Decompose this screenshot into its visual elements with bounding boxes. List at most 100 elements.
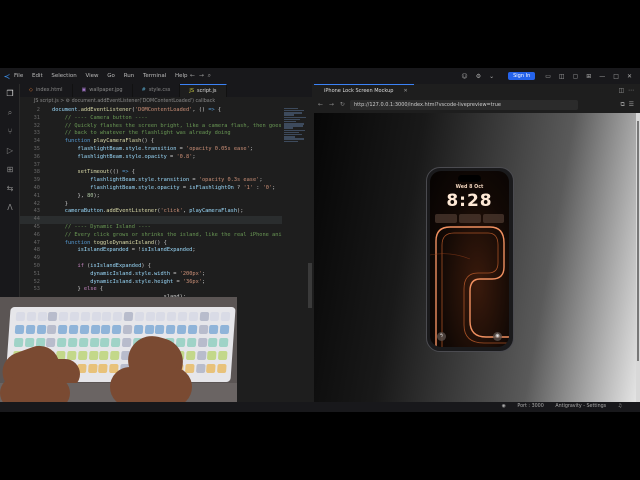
tab-style-css[interactable]: # style.css — [133, 84, 181, 97]
editor-scrollbar[interactable] — [308, 263, 312, 308]
code-line[interactable]: 35 flashlightBeam.style.transition = 'op… — [20, 146, 282, 154]
code-line[interactable]: 32 // Quickly flashes the screen bright,… — [20, 123, 282, 131]
keyboard-key — [25, 325, 36, 334]
code-line[interactable]: 50 if (isIslandExpanded) { — [20, 263, 282, 271]
line-number: 35 — [33, 145, 40, 152]
minimize-icon[interactable]: — — [599, 73, 605, 80]
widget-2[interactable] — [459, 214, 481, 223]
code-line[interactable]: 45 // ---- Dynamic Island ---- — [20, 224, 282, 232]
panel-icon[interactable]: ▢ — [573, 73, 579, 80]
keyboard-key — [198, 325, 208, 334]
code-text: // ---- Dynamic Island ---- — [64, 223, 151, 230]
code-line[interactable]: 40 flashlightBeam.style.opacity = isFlas… — [20, 185, 282, 193]
breadcrumb[interactable]: JS script.js > ⚙ document.addEventListen… — [20, 97, 312, 107]
code-line[interactable]: 49 — [20, 255, 282, 263]
split-editor-icon[interactable]: ◫ — [559, 73, 565, 80]
tab-wallpaper-jpg[interactable]: ▣ wallpaper.jpg — [73, 84, 133, 97]
code-line[interactable]: 39 flashlightBeam.style.transition = 'op… — [20, 177, 282, 185]
code-line[interactable]: 51 dynamicIsland.style.width = '200px'; — [20, 271, 282, 279]
menu-selection[interactable]: Selection — [51, 73, 76, 79]
code-text: setTimeout(() => { — [77, 169, 135, 176]
close-tab-icon[interactable]: ✕ — [403, 88, 407, 94]
bell-icon[interactable]: ◉ — [502, 404, 506, 409]
keyboard-key — [100, 338, 110, 347]
menu-file[interactable]: File — [14, 73, 23, 79]
code-line[interactable]: 42 } — [20, 201, 282, 209]
nav-arrows[interactable]: ← → ⌕ — [190, 72, 211, 80]
code-line[interactable]: 41 }, 80); — [20, 193, 282, 201]
menu-view[interactable]: View — [85, 73, 98, 79]
menu-go[interactable]: Go — [107, 73, 115, 79]
keyboard-key — [122, 325, 133, 334]
grid-icon[interactable]: ⊞ — [586, 73, 591, 80]
code-line[interactable]: 34 function playCameraFlash() { — [20, 138, 282, 146]
browser-scrollbar[interactable] — [636, 113, 640, 402]
keyboard-key — [217, 364, 227, 373]
chat-icon[interactable]: ☺ — [461, 73, 467, 80]
layout-icon[interactable]: ▭ — [545, 73, 551, 80]
agent-icon[interactable]: Λ — [0, 198, 20, 217]
keyboard-key — [185, 351, 196, 360]
browser-nav-icons[interactable]: ← → ↻ — [318, 101, 347, 108]
keyboard-key — [91, 312, 101, 321]
keyboard-key — [47, 325, 57, 334]
widget-1[interactable] — [435, 214, 457, 223]
keyboard-key — [165, 325, 176, 334]
iphone-mockup: Wed 8 Oct 8:28 ϟ ◉ — [426, 167, 514, 352]
explorer-icon[interactable]: ❐ — [0, 84, 20, 103]
minimap[interactable] — [282, 107, 308, 167]
code-line[interactable]: 31 // ---- Camera button ---- — [20, 115, 282, 123]
browser-tools-icons[interactable]: ⧉ ☰ — [621, 101, 634, 109]
menu-terminal[interactable]: Terminal — [143, 73, 166, 79]
right-wrist-image — [110, 367, 192, 407]
maximize-icon[interactable]: □ — [613, 73, 619, 80]
menu-edit[interactable]: Edit — [32, 73, 43, 79]
dynamic-island[interactable] — [458, 175, 481, 182]
code-line[interactable]: 38 setTimeout(() => { — [20, 169, 282, 177]
code-line[interactable]: 36 flashlightBeam.style.opacity = '0.8'; — [20, 154, 282, 162]
notifications-icon[interactable]: ♫ — [618, 404, 622, 409]
tab-script-js[interactable]: JS script.js — [180, 84, 227, 97]
run-debug-icon[interactable]: ▷ — [0, 141, 20, 160]
keyboard-key — [37, 312, 47, 321]
keyboard-key — [186, 338, 197, 347]
settings-status[interactable]: Antigravity - Settings — [555, 404, 606, 409]
code-line[interactable]: 43 cameraButton.addEventListener('click'… — [20, 208, 282, 216]
keyboard-key — [13, 338, 24, 347]
code-line[interactable]: 33 // back to whatever the flashlight wa… — [20, 130, 282, 138]
extensions-icon[interactable]: ⊞ — [0, 160, 20, 179]
keyboard-key — [121, 338, 132, 347]
tab-index-html[interactable]: ◇ index.html — [20, 84, 73, 97]
close-icon[interactable]: ✕ — [627, 73, 632, 80]
widget-3[interactable] — [483, 214, 504, 223]
sign-in-button[interactable]: Sign In — [508, 72, 536, 80]
tab-label: script.js — [197, 88, 217, 94]
keyboard-key — [156, 312, 166, 321]
keyboard-key — [166, 312, 177, 321]
browser-actions[interactable]: ◫ ⋯ — [619, 87, 634, 94]
keyboard-key — [134, 312, 145, 321]
code-line[interactable]: 47 function toggleDynamicIsland() { — [20, 240, 282, 248]
settings-icon[interactable]: ⚙ — [476, 73, 481, 80]
code-line[interactable]: 53 } else { — [20, 286, 282, 294]
keyboard-key — [209, 325, 219, 334]
keyboard-key — [68, 325, 79, 334]
title-bar: ≺ File Edit Selection View Go Run Termin… — [0, 68, 640, 84]
camera-icon[interactable]: ◉ — [493, 332, 502, 341]
code-line[interactable]: 46 // Every click grows or shrinks the i… — [20, 232, 282, 240]
menu-run[interactable]: Run — [124, 73, 135, 79]
code-line[interactable]: 48 isIslandExpanded = !isIslandExpanded; — [20, 247, 282, 255]
code-line[interactable]: 52 dynamicIsland.style.height = '36px'; — [20, 279, 282, 287]
search-icon[interactable]: ⌕ — [0, 103, 20, 122]
remote-icon[interactable]: ⇆ — [0, 179, 20, 198]
code-line[interactable]: 2 document.addEventListener('DOMContentLo… — [20, 107, 282, 115]
code-line[interactable]: 44 — [20, 216, 282, 224]
flashlight-icon[interactable]: ϟ — [437, 332, 446, 341]
port-status[interactable]: Port : 3000 — [517, 404, 543, 409]
url-input[interactable]: http://127.0.0.1:3000/index.html?vscode-… — [350, 100, 578, 110]
menu-help[interactable]: Help — [175, 73, 188, 79]
chevron-down-icon[interactable]: ⌄ — [489, 73, 494, 80]
source-control-icon[interactable]: ⑂ — [0, 122, 20, 141]
code-line[interactable]: 37 — [20, 162, 282, 170]
browser-tab[interactable]: iPhone Lock Screen Mockup ✕ — [314, 84, 414, 97]
